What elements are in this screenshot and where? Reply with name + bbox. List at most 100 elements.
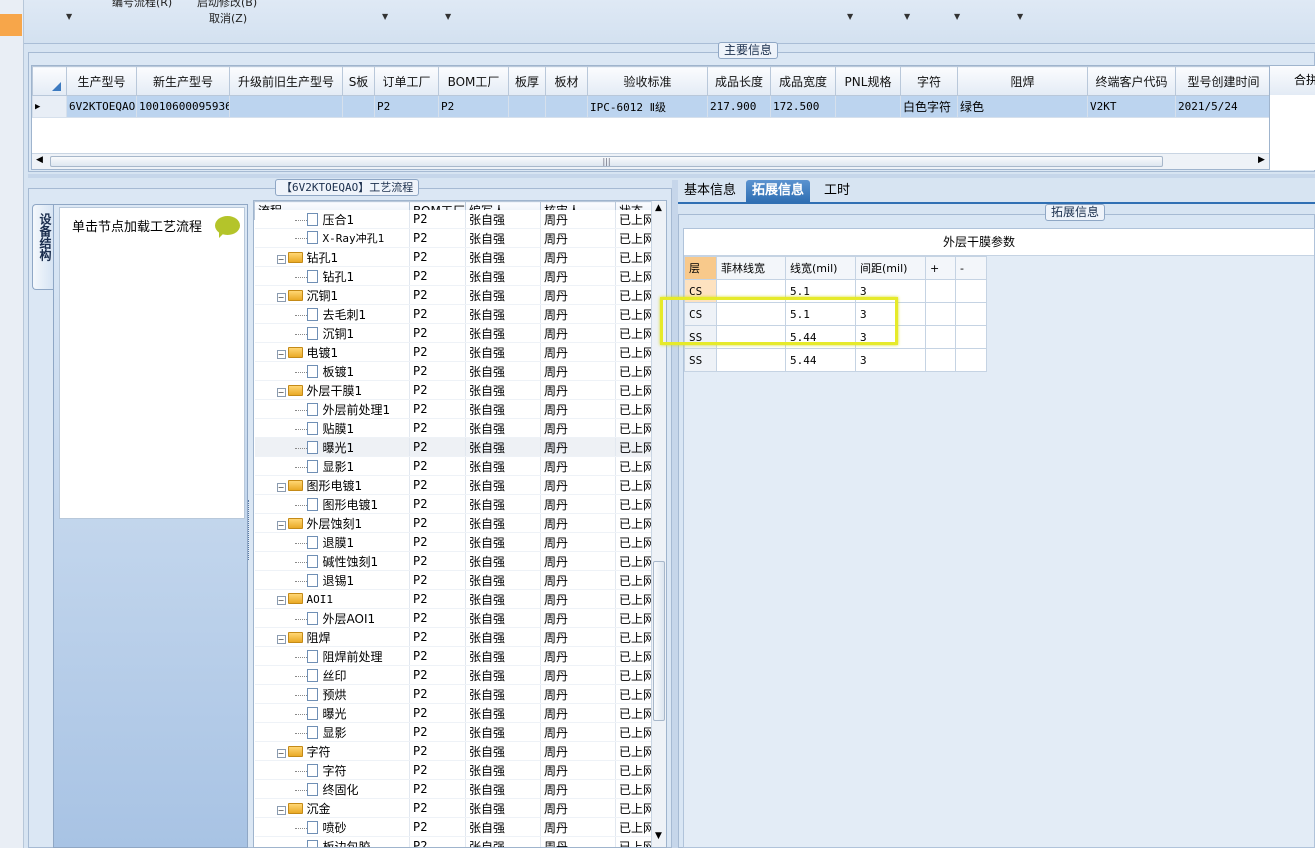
reviewer-cell[interactable]: 周丹 (540, 380, 616, 400)
status-cell[interactable]: 已上网 (615, 551, 653, 571)
col-line-width[interactable]: 线宽(mil) (785, 256, 856, 280)
status-cell[interactable]: 已上网 (615, 741, 653, 761)
table-row[interactable]: 曝光1 P2 张自强 周丹 已上网 (254, 437, 653, 457)
bom-factory-cell[interactable]: P2 (409, 646, 466, 666)
tree-node-cell[interactable]: 丝印 (254, 665, 410, 685)
col-production-model[interactable]: 生产型号 (66, 66, 137, 96)
status-cell[interactable]: 已上网 (615, 646, 653, 666)
writer-cell[interactable]: 张自强 (465, 817, 541, 837)
reviewer-cell[interactable]: 周丹 (540, 760, 616, 780)
bom-factory-cell[interactable]: P2 (409, 399, 466, 419)
tree-node-cell[interactable]: − 字符 (254, 741, 410, 761)
cell[interactable] (925, 279, 956, 303)
tree-node-cell[interactable]: 预烘 (254, 684, 410, 704)
reviewer-cell[interactable]: 周丹 (540, 532, 616, 552)
dropdown-arrow-icon[interactable]: ▼ (382, 12, 388, 21)
writer-cell[interactable]: 张自强 (465, 437, 541, 457)
bom-factory-cell[interactable]: P2 (409, 323, 466, 343)
reviewer-cell[interactable]: 周丹 (540, 722, 616, 742)
cell[interactable]: 172.500 (770, 95, 836, 118)
bom-factory-cell[interactable]: P2 (409, 741, 466, 761)
bom-factory-cell[interactable]: P2 (409, 342, 466, 362)
table-row[interactable]: − 外层干膜1 P2 张自强 周丹 已上网 (254, 380, 653, 400)
status-cell[interactable]: 已上网 (615, 760, 653, 780)
reviewer-cell[interactable]: 周丹 (540, 798, 616, 818)
tree-node-cell[interactable]: 外层前处理1 (254, 399, 410, 419)
table-row[interactable]: 去毛刺1 P2 张自强 周丹 已上网 (254, 304, 653, 324)
table-row[interactable]: 贴膜1 P2 张自强 周丹 已上网 (254, 418, 653, 438)
reviewer-cell[interactable]: 周丹 (540, 228, 616, 248)
tree-node-cell[interactable]: − AOI1 (254, 589, 410, 609)
reviewer-cell[interactable]: 周丹 (540, 741, 616, 761)
table-row[interactable]: − 电镀1 P2 张自强 周丹 已上网 (254, 342, 653, 362)
writer-cell[interactable]: 张自强 (465, 285, 541, 305)
table-row[interactable]: − 阻焊 P2 张自强 周丹 已上网 (254, 627, 653, 647)
dropdown-arrow-icon[interactable]: ▼ (954, 12, 960, 21)
table-row[interactable]: − AOI1 P2 张自强 周丹 已上网 (254, 589, 653, 609)
status-cell[interactable]: 已上网 (615, 475, 653, 495)
reviewer-cell[interactable]: 周丹 (540, 342, 616, 362)
bom-factory-cell[interactable]: P2 (409, 437, 466, 457)
reviewer-cell[interactable]: 周丹 (540, 665, 616, 685)
table-row[interactable]: − 图形电镀1 P2 张自强 周丹 已上网 (254, 475, 653, 495)
table-row[interactable]: − 外层蚀刻1 P2 张自强 周丹 已上网 (254, 513, 653, 533)
status-cell[interactable]: 已上网 (615, 209, 653, 229)
tree-node-cell[interactable]: 阻焊前处理 (254, 646, 410, 666)
col-old-production-model[interactable]: 升级前旧生产型号 (229, 66, 343, 96)
writer-cell[interactable]: 张自强 (465, 703, 541, 723)
tree-node-cell[interactable]: 终固化 (254, 779, 410, 799)
collapse-icon[interactable]: − (276, 520, 286, 530)
table-row[interactable]: 丝印 P2 张自强 周丹 已上网 (254, 665, 653, 685)
bom-factory-cell[interactable]: P2 (409, 703, 466, 723)
reviewer-cell[interactable]: 周丹 (540, 323, 616, 343)
table-row[interactable]: − 沉金 P2 张自强 周丹 已上网 (254, 798, 653, 818)
cell[interactable] (955, 325, 987, 349)
writer-cell[interactable]: 张自强 (465, 665, 541, 685)
cell[interactable]: P2 (438, 95, 509, 118)
dropdown-arrow-icon[interactable]: ▼ (904, 12, 910, 21)
reviewer-cell[interactable]: 周丹 (540, 247, 616, 267)
bom-factory-cell[interactable]: P2 (409, 532, 466, 552)
cell[interactable]: 白色字符 (900, 95, 958, 118)
col-length[interactable]: 成品长度 (707, 66, 771, 96)
status-cell[interactable]: 已上网 (615, 513, 653, 533)
writer-cell[interactable]: 张自强 (465, 722, 541, 742)
col-layer[interactable]: 层 (684, 256, 717, 280)
writer-cell[interactable]: 张自强 (465, 247, 541, 267)
tree-node-cell[interactable]: 退膜1 (254, 532, 410, 552)
reviewer-cell[interactable]: 周丹 (540, 646, 616, 666)
cell[interactable]: 2021/5/24 (1175, 95, 1269, 118)
status-cell[interactable]: 已上网 (615, 570, 653, 590)
table-row[interactable]: 显影1 P2 张自强 周丹 已上网 (254, 456, 653, 476)
tree-node-cell[interactable]: 显影 (254, 722, 410, 742)
writer-cell[interactable]: 张自强 (465, 304, 541, 324)
writer-cell[interactable]: 张自强 (465, 627, 541, 647)
tree-node-cell[interactable]: 贴膜1 (254, 418, 410, 438)
status-cell[interactable]: 已上网 (615, 494, 653, 514)
writer-cell[interactable]: 张自强 (465, 361, 541, 381)
writer-cell[interactable]: 张自强 (465, 266, 541, 286)
status-cell[interactable]: 已上网 (615, 437, 653, 457)
table-row[interactable]: 终固化 P2 张自强 周丹 已上网 (254, 779, 653, 799)
col-material[interactable]: 板材 (545, 66, 588, 96)
tree-node-cell[interactable]: 喷砂 (254, 817, 410, 837)
status-cell[interactable]: 已上网 (615, 817, 653, 837)
collapse-icon[interactable]: − (276, 482, 286, 492)
reviewer-cell[interactable]: 周丹 (540, 399, 616, 419)
bom-factory-cell[interactable]: P2 (409, 589, 466, 609)
horizontal-splitter[interactable] (28, 174, 1315, 178)
col-character[interactable]: 字符 (900, 66, 958, 96)
cell[interactable]: V2KT (1087, 95, 1176, 118)
tab-device-structure[interactable]: 设备结构 (32, 204, 54, 290)
bom-factory-cell[interactable]: P2 (409, 513, 466, 533)
status-cell[interactable]: 已上网 (615, 836, 653, 847)
table-row[interactable]: 预烘 P2 张自强 周丹 已上网 (254, 684, 653, 704)
collapse-icon[interactable]: − (276, 387, 286, 397)
writer-cell[interactable]: 张自强 (465, 646, 541, 666)
tree-node-cell[interactable]: − 沉铜1 (254, 285, 410, 305)
tree-node-cell[interactable]: − 电镀1 (254, 342, 410, 362)
bom-factory-cell[interactable]: P2 (409, 570, 466, 590)
status-cell[interactable]: 已上网 (615, 342, 653, 362)
cell[interactable] (925, 325, 956, 349)
table-row[interactable]: SS 5.44 3 (684, 348, 987, 372)
